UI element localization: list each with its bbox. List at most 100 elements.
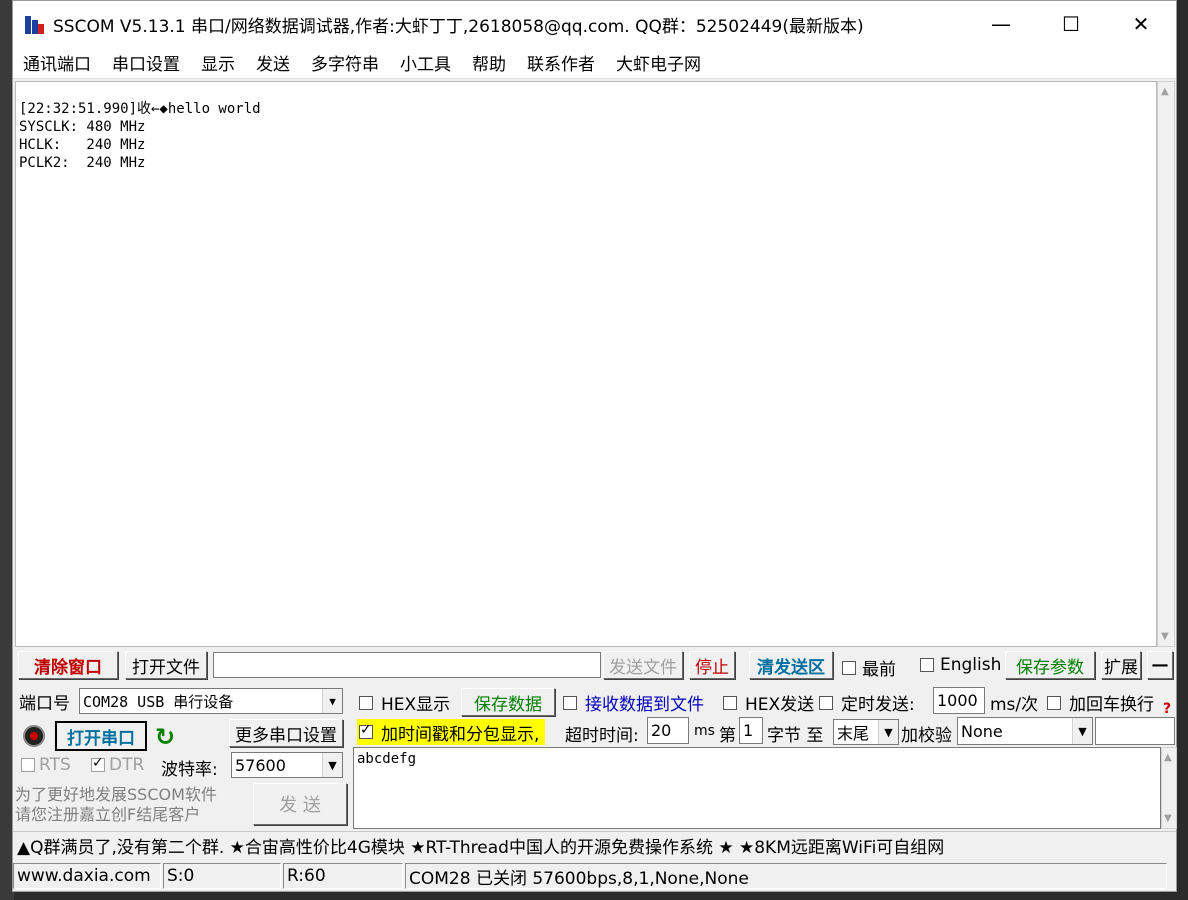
collapse-button[interactable]: — [1147, 651, 1173, 679]
title-bar[interactable]: SSCOM V5.13.1 串口/网络数据调试器,作者:大虾丁丁,2618058… [13, 1, 1176, 47]
send-textarea[interactable]: abcdefg [353, 747, 1161, 829]
menu-tools[interactable]: 小工具 [400, 50, 451, 75]
receive-line: HCLK: 240 MHz [19, 137, 146, 153]
menu-multi-string[interactable]: 多字符串 [311, 50, 379, 75]
hex-display-option[interactable]: HEX显示 [359, 690, 450, 715]
recv-to-file-option[interactable]: 接收数据到文件 [563, 690, 704, 715]
rts-option[interactable]: RTS [21, 755, 71, 775]
clear-send-button[interactable]: 清发送区 [749, 651, 833, 679]
timestamp-option[interactable]: 加时间戳和分包显示, [357, 719, 546, 745]
news-ticker[interactable]: ▲Q群满员了,没有第二个群. ★合宙高性价比4G模块 ★RT-Thread中国人… [13, 831, 1176, 859]
chevron-down-icon[interactable]: ▼ [878, 720, 898, 744]
add-crlf-option[interactable]: 加回车换行 [1047, 690, 1154, 715]
dtr-option[interactable]: DTR [91, 755, 144, 775]
menu-port[interactable]: 通讯端口 [23, 50, 91, 75]
send-button[interactable]: 发 送 [253, 783, 347, 825]
maximize-button[interactable]: ☐ [1036, 1, 1106, 47]
add-crlf-label: 加回车换行 [1069, 695, 1154, 715]
topmost-option[interactable]: 最前 [842, 655, 896, 680]
receive-textarea[interactable]: [22:32:51.990]收←◆hello world SYSCLK: 480 … [15, 81, 1157, 647]
file-path-input[interactable] [213, 652, 601, 678]
baud-label: 波特率: [161, 760, 218, 780]
byte-input[interactable]: 1 [739, 717, 763, 744]
receive-scrollbar[interactable]: ▲ ▼ [1157, 81, 1175, 647]
checksum-select[interactable]: None ▼ [957, 717, 1093, 745]
status-bar: www.daxia.com S:0 R:60 COM28 已关闭 57600bp… [13, 863, 1176, 891]
send-scrollbar[interactable]: ▲ ▼ [1161, 747, 1177, 829]
open-port-button[interactable]: 打开串口 [55, 721, 147, 751]
help-icon[interactable]: ? [1163, 701, 1171, 717]
status-sent-count: S:0 [163, 863, 281, 889]
timed-send-label: 定时发送: [841, 695, 915, 715]
timestamp-label: 加时间戳和分包显示, [381, 724, 540, 745]
toolbar-row: 清除窗口 打开文件 发送文件 停止 清发送区 最前 English 保存参数 扩… [13, 651, 1176, 681]
hex-send-checkbox[interactable] [723, 695, 737, 710]
scroll-down-icon[interactable]: ▼ [1164, 813, 1172, 824]
chevron-down-icon[interactable]: ▼ [322, 753, 342, 777]
timestamp-checkbox[interactable] [359, 722, 373, 739]
baud-select[interactable]: 57600 ▼ [231, 752, 343, 778]
port-label: 端口号 [19, 694, 70, 714]
scroll-down-icon[interactable]: ▼ [1161, 631, 1169, 642]
sscom-window: SSCOM V5.13.1 串口/网络数据调试器,作者:大虾丁丁,2618058… [12, 0, 1177, 892]
scroll-up-icon[interactable]: ▲ [1161, 86, 1169, 97]
menu-contact-author[interactable]: 联系作者 [527, 50, 595, 75]
promo-line: 为了更好地发展SSCOM软件 [15, 785, 217, 804]
port-select-value: COM28 USB 串行设备 [83, 692, 234, 711]
timeout-input[interactable]: 20 [647, 717, 689, 744]
english-option[interactable]: English [920, 655, 1001, 675]
baud-select-value: 57600 [235, 755, 286, 775]
save-params-button[interactable]: 保存参数 [1005, 651, 1095, 679]
menu-help[interactable]: 帮助 [472, 50, 506, 75]
hex-display-label: HEX显示 [381, 695, 451, 715]
save-data-button[interactable]: 保存数据 [461, 688, 555, 716]
open-file-button[interactable]: 打开文件 [125, 651, 207, 679]
dtr-checkbox[interactable] [91, 755, 105, 772]
menu-display[interactable]: 显示 [201, 50, 235, 75]
menu-send[interactable]: 发送 [256, 50, 290, 75]
chevron-down-icon[interactable]: ▼ [1072, 718, 1092, 744]
recv-to-file-checkbox[interactable] [563, 695, 577, 710]
expand-button[interactable]: 扩展 [1101, 651, 1141, 679]
port-status-indicator-icon [23, 725, 45, 747]
checksum-select-value: None [961, 721, 1003, 741]
status-received-count: R:60 [283, 863, 403, 889]
timed-send-checkbox[interactable] [819, 695, 833, 710]
receive-line: SYSCLK: 480 MHz [19, 119, 146, 135]
chevron-down-icon[interactable]: ▼ [322, 689, 342, 713]
status-port-state: COM28 已关闭 57600bps,8,1,None,None [405, 863, 1167, 889]
checksum-label: 加校验 [901, 726, 952, 746]
menu-bar: 通讯端口 串口设置 显示 发送 多字符串 小工具 帮助 联系作者 大虾电子网 [13, 47, 1176, 79]
byte-suffix: 字节 至 [767, 726, 824, 746]
english-label: English [940, 655, 1002, 675]
interval-input[interactable]: 1000 [933, 687, 985, 714]
close-button[interactable]: ✕ [1106, 1, 1176, 47]
hex-display-checkbox[interactable] [359, 695, 373, 710]
status-site-link[interactable]: www.daxia.com [13, 863, 161, 889]
end-select[interactable]: 末尾 ▼ [833, 719, 899, 745]
timed-send-option[interactable]: 定时发送: [819, 690, 915, 715]
rts-checkbox[interactable] [21, 758, 35, 772]
port-select[interactable]: COM28 USB 串行设备 ▼ [79, 688, 343, 714]
recv-to-file-label: 接收数据到文件 [585, 695, 704, 715]
scroll-up-icon[interactable]: ▲ [1164, 752, 1172, 763]
minimize-button[interactable]: — [966, 1, 1036, 47]
app-icon [23, 12, 45, 36]
clear-window-button[interactable]: 清除窗口 [18, 651, 118, 679]
stop-button[interactable]: 停止 [689, 651, 735, 679]
end-select-value: 末尾 [837, 724, 870, 743]
promo-text: 为了更好地发展SSCOM软件 请您注册嘉立创F结尾客户 [15, 785, 217, 825]
menu-daxia-site[interactable]: 大虾电子网 [616, 50, 701, 75]
topmost-checkbox[interactable] [842, 660, 856, 675]
hex-send-label: HEX发送 [745, 695, 815, 715]
add-crlf-checkbox[interactable] [1047, 695, 1061, 710]
english-checkbox[interactable] [920, 658, 934, 672]
timeout-unit: ms [694, 723, 715, 739]
hex-send-option[interactable]: HEX发送 [723, 690, 814, 715]
send-file-button[interactable]: 发送文件 [603, 651, 683, 679]
menu-serial-settings[interactable]: 串口设置 [112, 50, 180, 75]
dtr-label: DTR [109, 755, 145, 775]
checksum-result-field[interactable] [1095, 717, 1175, 745]
refresh-icon[interactable]: ↻ [155, 723, 175, 751]
more-serial-settings-button[interactable]: 更多串口设置 [229, 719, 343, 747]
